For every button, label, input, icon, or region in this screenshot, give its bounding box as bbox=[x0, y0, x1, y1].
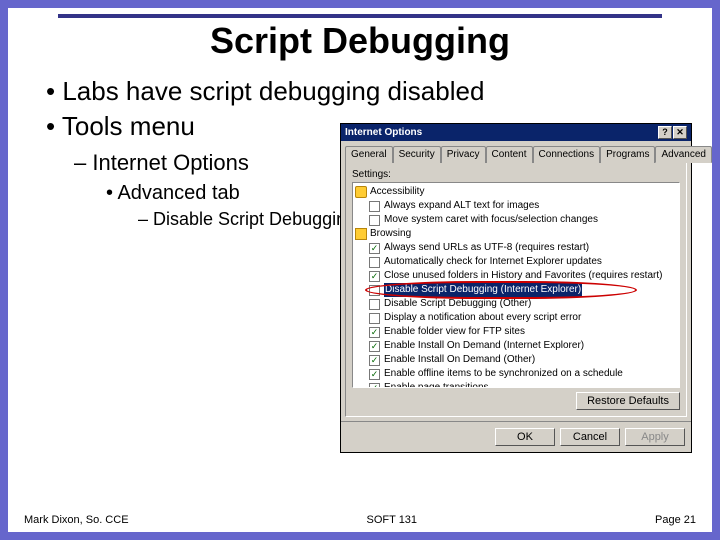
opt-alt-text: Always expand ALT text for images bbox=[384, 199, 539, 213]
ok-button[interactable]: OK bbox=[495, 428, 555, 446]
opt-iod-ie: Enable Install On Demand (Internet Explo… bbox=[384, 339, 584, 353]
bullet-labs: Labs have script debugging disabled bbox=[46, 76, 692, 107]
accessibility-icon bbox=[355, 186, 367, 198]
checkbox[interactable] bbox=[369, 215, 380, 226]
help-button[interactable]: ? bbox=[658, 126, 672, 139]
restore-defaults-button[interactable]: Restore Defaults bbox=[576, 392, 680, 410]
checkbox[interactable] bbox=[369, 271, 380, 282]
tab-strip: General Security Privacy Content Connect… bbox=[341, 141, 691, 162]
dialog-title: Internet Options bbox=[345, 127, 422, 138]
cat-accessibility: Accessibility bbox=[370, 185, 424, 199]
checkbox-disable-debug-ie[interactable] bbox=[369, 285, 380, 296]
opt-page-trans: Enable page transitions bbox=[384, 381, 489, 388]
apply-button[interactable]: Apply bbox=[625, 428, 685, 446]
opt-iod-other: Enable Install On Demand (Other) bbox=[384, 353, 535, 367]
opt-offline-sync: Enable offline items to be synchronized … bbox=[384, 367, 623, 381]
opt-disable-debug-other: Disable Script Debugging (Other) bbox=[384, 297, 531, 311]
checkbox[interactable] bbox=[369, 369, 380, 380]
internet-options-dialog: Internet Options ? ✕ General Security Pr… bbox=[340, 123, 692, 453]
settings-label: Settings: bbox=[352, 169, 680, 180]
checkbox[interactable] bbox=[369, 243, 380, 254]
tab-connections[interactable]: Connections bbox=[533, 146, 601, 163]
tab-content[interactable]: Content bbox=[486, 146, 533, 163]
opt-disable-debug-ie: Disable Script Debugging (Internet Explo… bbox=[384, 283, 582, 297]
cancel-button[interactable]: Cancel bbox=[560, 428, 620, 446]
checkbox[interactable] bbox=[369, 257, 380, 268]
settings-tree[interactable]: Accessibility Always expand ALT text for… bbox=[352, 182, 680, 388]
footer-page: Page 21 bbox=[655, 514, 696, 526]
tab-general[interactable]: General bbox=[345, 146, 393, 163]
footer-author: Mark Dixon, So. CCE bbox=[24, 514, 129, 526]
checkbox[interactable] bbox=[369, 313, 380, 324]
opt-auto-check: Automatically check for Internet Explore… bbox=[384, 255, 602, 269]
tab-programs[interactable]: Programs bbox=[600, 146, 655, 163]
tab-privacy[interactable]: Privacy bbox=[441, 146, 486, 163]
browsing-icon bbox=[355, 228, 367, 240]
tab-advanced[interactable]: Advanced bbox=[655, 146, 711, 163]
checkbox[interactable] bbox=[369, 201, 380, 212]
opt-ftp-folder: Enable folder view for FTP sites bbox=[384, 325, 525, 339]
footer-course: SOFT 131 bbox=[367, 514, 418, 526]
checkbox[interactable] bbox=[369, 355, 380, 366]
page-title: Script Debugging bbox=[8, 18, 712, 72]
opt-notify-error: Display a notification about every scrip… bbox=[384, 311, 581, 325]
opt-utf8: Always send URLs as UTF-8 (requires rest… bbox=[384, 241, 589, 255]
checkbox[interactable] bbox=[369, 327, 380, 338]
tab-security[interactable]: Security bbox=[393, 146, 441, 163]
cat-browsing: Browsing bbox=[370, 227, 411, 241]
checkbox[interactable] bbox=[369, 341, 380, 352]
close-button[interactable]: ✕ bbox=[673, 126, 687, 139]
opt-caret: Move system caret with focus/selection c… bbox=[384, 213, 598, 227]
checkbox[interactable] bbox=[369, 299, 380, 310]
